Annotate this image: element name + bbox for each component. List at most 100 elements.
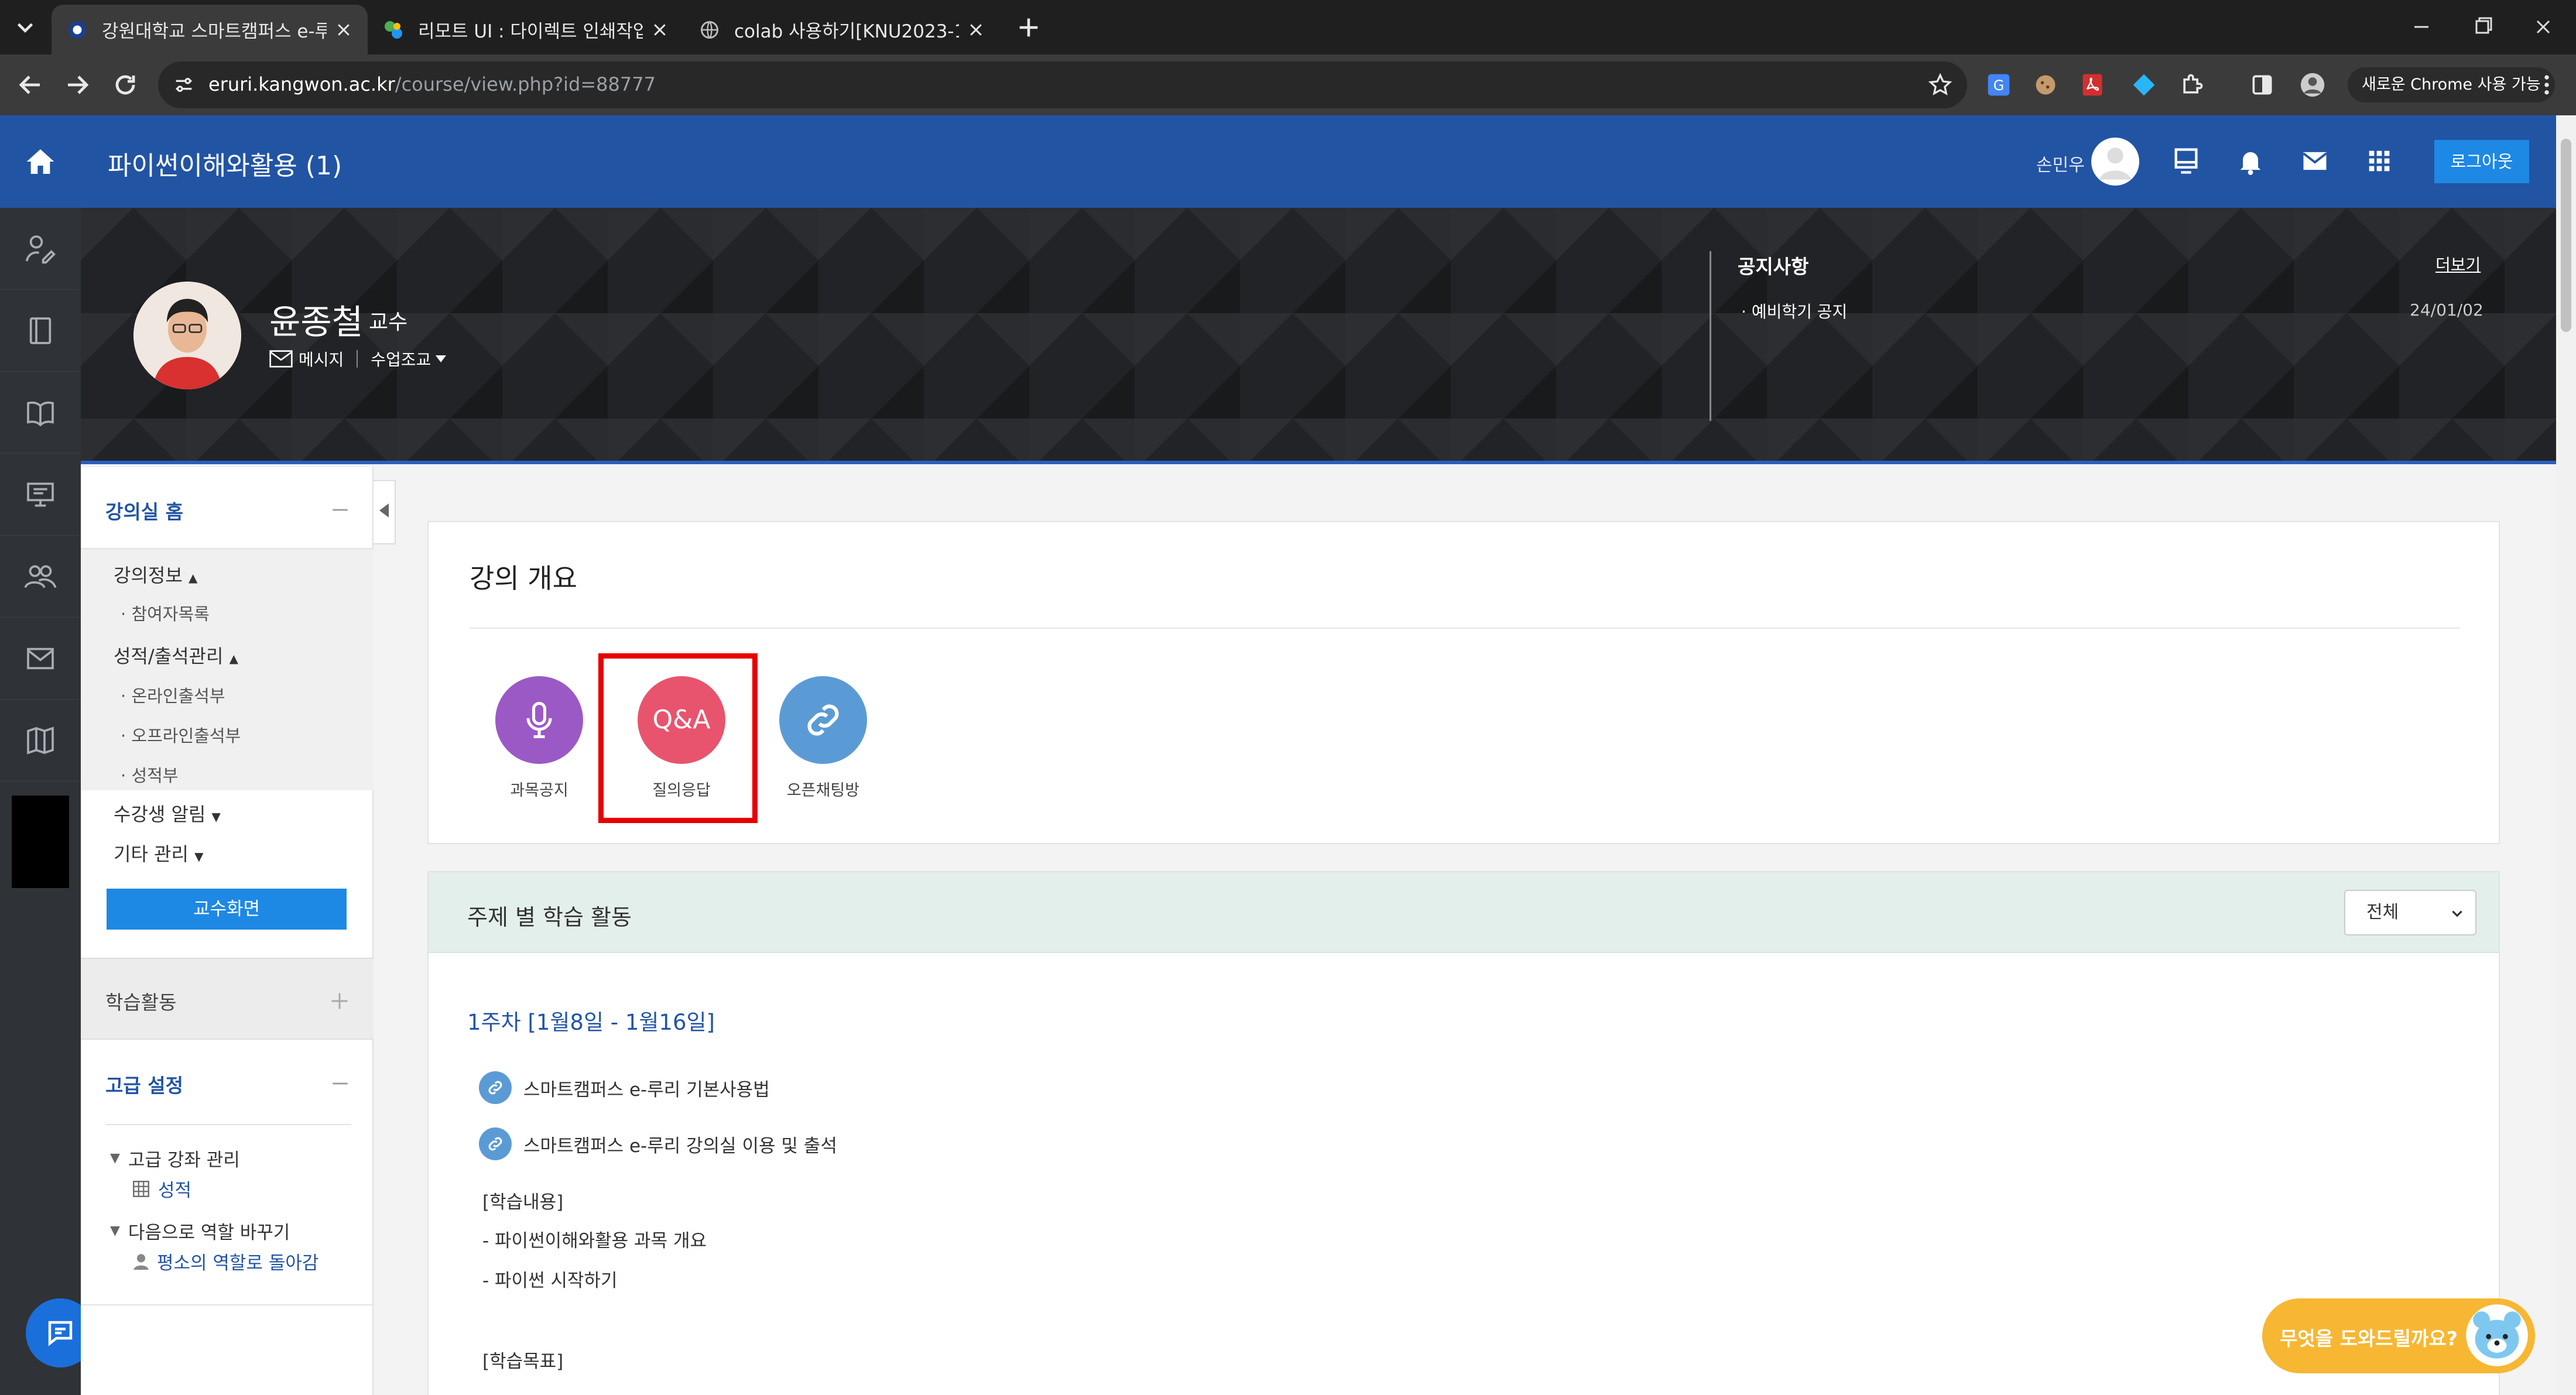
resource-item[interactable]: 스마트캠퍼스 e-루리 기본사용법 (479, 1071, 770, 1104)
address-bar[interactable]: eruri.kangwon.ac.kr/course/view.php?id=8… (158, 61, 1967, 108)
resource-title[interactable]: 스마트캠퍼스 e-루리 기본사용법 (523, 1075, 770, 1101)
close-icon[interactable] (651, 21, 669, 39)
week-1-title[interactable]: 1주차 [1월8일 - 1월16일] (467, 1005, 715, 1036)
sidebar-item-label: 오프라인출석부 (131, 726, 241, 746)
course-title[interactable]: 파이썬이해와활용 (1) (108, 145, 342, 182)
notice-more-link[interactable]: 더보기 (2435, 252, 2481, 276)
site-settings-icon[interactable] (172, 73, 196, 97)
rail-notebook[interactable] (0, 290, 81, 372)
sidebar-item-label: 성적부 (131, 766, 179, 786)
rail-map[interactable] (0, 700, 81, 782)
mail-icon[interactable] (2300, 146, 2330, 176)
rail-mail[interactable] (0, 618, 81, 700)
profile-avatar-icon[interactable] (2300, 72, 2325, 98)
browser-tab-eruri[interactable]: 강원대학교 스마트캠퍼스 e-루 (52, 5, 368, 54)
resource-title[interactable]: 스마트캠퍼스 e-루리 강의실 이용 및 출석 (523, 1131, 837, 1157)
bookmark-star-icon[interactable] (1927, 72, 1953, 98)
open-chat-label[interactable]: 오픈채팅방 (765, 777, 882, 800)
expand-plus-icon[interactable] (329, 990, 350, 1012)
sidebar-item-participants[interactable]: · 참여자목록 (121, 601, 210, 625)
tab-title: 리모트 UI : 다이렉트 인쇄작업 (418, 21, 643, 42)
apps-grid-icon[interactable] (2364, 146, 2395, 176)
return-role-link[interactable]: 평소의 역할로 돌아감 (157, 1248, 318, 1274)
translate-extension-icon[interactable]: G (1986, 72, 2012, 98)
collapse-minus-icon[interactable] (330, 1074, 350, 1094)
grades-link[interactable]: 성적 (158, 1175, 191, 1202)
notice-item-title[interactable]: 예비학기 공지 (1752, 302, 1847, 321)
kebab-menu-icon[interactable] (2534, 72, 2560, 98)
professor-screen-button[interactable]: 교수화면 (107, 889, 347, 930)
sidebar-item-course-info[interactable]: 강의정보 ▲ (114, 561, 197, 588)
rail-person-edit[interactable] (0, 208, 81, 290)
sidebar-item-online-attendance[interactable]: · 온라인출석부 (121, 683, 225, 707)
course-admin-tree-item[interactable]: ▼ 고급 강좌 관리 (110, 1145, 240, 1171)
home-button[interactable] (0, 115, 81, 208)
cookie-extension-icon[interactable] (2033, 72, 2058, 98)
browser-tab-remote-ui[interactable]: 리모트 UI : 다이렉트 인쇄작업 (368, 5, 684, 54)
chat-icon (48, 1321, 73, 1346)
tab-search-chevron-icon[interactable] (12, 14, 39, 41)
notice-item[interactable]: · 예비학기 공지 (1741, 299, 1847, 323)
sidebar-item-offline-attendance[interactable]: · 오프라인출석부 (121, 722, 241, 747)
rail-presentation[interactable] (0, 454, 81, 536)
content-heading: [학습내용] (482, 1192, 564, 1213)
sidebar-item-gradebook[interactable]: · 성적부 (121, 762, 178, 787)
user-name[interactable]: 손민우 (2036, 150, 2085, 176)
switch-role-tree-item[interactable]: ▼ 다음으로 역할 바꾸기 (110, 1218, 290, 1244)
sidebar-item-other-admin[interactable]: 기타 관리 ▼ (114, 839, 204, 866)
collapse-minus-icon[interactable] (330, 500, 350, 520)
scrollbar-thumb[interactable] (2561, 139, 2571, 332)
course-notice-label[interactable]: 과목공지 (481, 777, 598, 800)
course-notice-button[interactable] (495, 676, 583, 764)
monitor-icon[interactable] (2171, 146, 2201, 176)
tree-item-label: 다음으로 역할 바꾸기 (128, 1222, 290, 1243)
qna-highlight-box (598, 653, 758, 823)
close-icon[interactable] (967, 21, 985, 39)
rail-book[interactable] (0, 372, 81, 454)
back-arrow-icon[interactable] (16, 71, 44, 99)
side-panel-icon[interactable] (2249, 72, 2275, 98)
sidebar-item-label: 성적/출석관리 (114, 645, 224, 667)
tab-title: 강원대학교 스마트캠퍼스 e-루 (102, 21, 327, 42)
return-role-item[interactable]: 평소의 역할로 돌아감 (131, 1248, 318, 1274)
chrome-update-button[interactable]: 새로운 Chrome 사용 가능 (2348, 67, 2555, 102)
site-header: 파이썬이해와활용 (1) 손민우 로그아웃 (81, 115, 2556, 208)
pdf-extension-icon[interactable] (2080, 72, 2105, 98)
sidebar-item-label: 수강생 알림 (114, 803, 206, 825)
teaching-assistant-dropdown[interactable]: 수업조교 (371, 347, 431, 371)
minimize-window-icon[interactable] (2392, 0, 2451, 54)
caret-down-icon[interactable] (436, 355, 447, 362)
sidebar-item-grades-attendance[interactable]: 성적/출석관리 ▲ (114, 642, 238, 669)
reload-icon[interactable] (111, 71, 139, 99)
new-tab-plus-icon[interactable] (1015, 14, 1042, 41)
page-scrollbar[interactable] (2556, 115, 2576, 1395)
close-window-icon[interactable] (2514, 0, 2572, 54)
browser-tab-colab[interactable]: colab 사용하기[KNU2023-1] | / (684, 5, 1000, 54)
triangle-down-icon[interactable]: ▼ (110, 1223, 120, 1238)
rail-users[interactable] (0, 536, 81, 618)
message-link[interactable]: 메시지 (299, 347, 344, 371)
diamond-extension-icon[interactable] (2131, 72, 2157, 98)
sidebar-item-student-alerts[interactable]: 수강생 알림 ▼ (114, 800, 221, 827)
sidebar-learning-activity-title[interactable]: 학습활동 (105, 987, 176, 1015)
resource-item[interactable]: 스마트캠퍼스 e-루리 강의실 이용 및 출석 (479, 1127, 837, 1160)
close-icon[interactable] (335, 21, 352, 39)
extensions-puzzle-icon[interactable] (2179, 72, 2205, 98)
sidebar-item-label: 온라인출석부 (131, 686, 225, 706)
open-chat-button[interactable] (779, 676, 867, 764)
sidebar-collapse-toggle[interactable] (374, 480, 396, 544)
user-silhouette-icon (131, 1252, 151, 1271)
week-filter-select[interactable]: 전체 (2344, 890, 2476, 935)
logout-button[interactable]: 로그아웃 (2434, 140, 2529, 183)
triangle-down-icon[interactable]: ▼ (110, 1151, 120, 1166)
forward-arrow-icon[interactable] (63, 71, 91, 99)
course-banner: 윤종철 교수 메시지 수업조교 공지사항 더보기 · 예비학기 공지 24/01… (81, 208, 2556, 464)
sidebar-home-title[interactable]: 강의실 홈 (105, 496, 183, 525)
grades-link-item[interactable]: 성적 (131, 1175, 191, 1202)
sidebar-advanced-title[interactable]: 고급 설정 (105, 1070, 183, 1098)
user-avatar[interactable] (2091, 138, 2139, 186)
restore-window-icon[interactable] (2453, 0, 2512, 54)
bell-icon[interactable] (2235, 146, 2266, 176)
tree-item-label: 고급 강좌 관리 (128, 1150, 240, 1171)
help-chatbot-button[interactable]: 무엇을 도와드릴까요? (2262, 1298, 2535, 1373)
